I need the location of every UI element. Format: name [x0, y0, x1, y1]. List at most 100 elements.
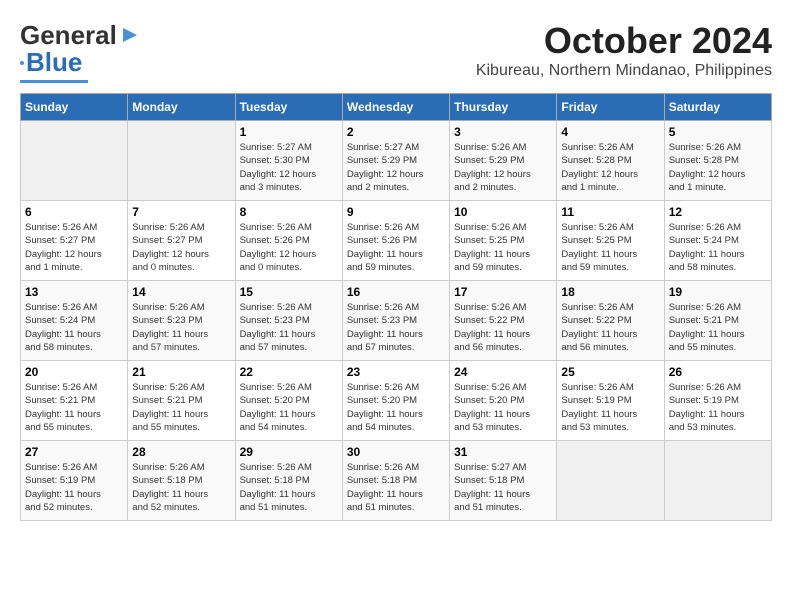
day-number: 12	[669, 205, 767, 219]
day-info: Sunrise: 5:26 AM Sunset: 5:21 PM Dayligh…	[132, 381, 230, 434]
day-info: Sunrise: 5:26 AM Sunset: 5:27 PM Dayligh…	[25, 221, 123, 274]
day-info: Sunrise: 5:26 AM Sunset: 5:26 PM Dayligh…	[240, 221, 338, 274]
calendar-cell-w4-d7: 26 Sunrise: 5:26 AM Sunset: 5:19 PM Dayli…	[664, 361, 771, 441]
day-info: Sunrise: 5:26 AM Sunset: 5:18 PM Dayligh…	[240, 461, 338, 514]
day-number: 14	[132, 285, 230, 299]
calendar-cell-w1-d1	[21, 121, 128, 201]
day-info: Sunrise: 5:26 AM Sunset: 5:19 PM Dayligh…	[561, 381, 659, 434]
calendar-week-2: 6 Sunrise: 5:26 AM Sunset: 5:27 PM Daylig…	[21, 201, 772, 281]
day-number: 26	[669, 365, 767, 379]
location-title: Kibureau, Northern Mindanao, Philippines	[476, 62, 772, 80]
logo-dot	[20, 61, 24, 65]
calendar-cell-w2-d6: 11 Sunrise: 5:26 AM Sunset: 5:25 PM Dayli…	[557, 201, 664, 281]
day-info: Sunrise: 5:26 AM Sunset: 5:19 PM Dayligh…	[25, 461, 123, 514]
day-info: Sunrise: 5:26 AM Sunset: 5:20 PM Dayligh…	[454, 381, 552, 434]
calendar-cell-w1-d7: 5 Sunrise: 5:26 AM Sunset: 5:28 PM Daylig…	[664, 121, 771, 201]
calendar-cell-w3-d6: 18 Sunrise: 5:26 AM Sunset: 5:22 PM Dayli…	[557, 281, 664, 361]
day-number: 16	[347, 285, 445, 299]
day-info: Sunrise: 5:26 AM Sunset: 5:23 PM Dayligh…	[240, 301, 338, 354]
header-tuesday: Tuesday	[235, 94, 342, 121]
calendar-cell-w2-d2: 7Sunrise: 5:26 AM Sunset: 5:27 PM Daylig…	[128, 201, 235, 281]
month-title: October 2024	[476, 20, 772, 62]
day-number: 5	[669, 125, 767, 139]
header-saturday: Saturday	[664, 94, 771, 121]
calendar-cell-w4-d5: 24 Sunrise: 5:26 AM Sunset: 5:20 PM Dayli…	[450, 361, 557, 441]
calendar-cell-w5-d3: 29 Sunrise: 5:26 AM Sunset: 5:18 PM Dayli…	[235, 441, 342, 521]
day-info: Sunrise: 5:26 AM Sunset: 5:19 PM Dayligh…	[669, 381, 767, 434]
day-number: 22	[240, 365, 338, 379]
day-number: 4	[561, 125, 659, 139]
day-number: 19	[669, 285, 767, 299]
day-number: 1	[240, 125, 338, 139]
day-info: Sunrise: 5:26 AM Sunset: 5:29 PM Dayligh…	[454, 141, 552, 194]
header-friday: Friday	[557, 94, 664, 121]
day-info: Sunrise: 5:27 AM Sunset: 5:30 PM Dayligh…	[240, 141, 338, 194]
calendar-cell-w2-d1: 6 Sunrise: 5:26 AM Sunset: 5:27 PM Daylig…	[21, 201, 128, 281]
day-number: 3	[454, 125, 552, 139]
day-number: 30	[347, 445, 445, 459]
day-number: 21	[132, 365, 230, 379]
calendar-cell-w2-d3: 8 Sunrise: 5:26 AM Sunset: 5:26 PM Daylig…	[235, 201, 342, 281]
day-info: Sunrise: 5:26 AM Sunset: 5:28 PM Dayligh…	[669, 141, 767, 194]
logo-blue: Blue	[26, 47, 82, 78]
calendar-cell-w5-d4: 30 Sunrise: 5:26 AM Sunset: 5:18 PM Dayli…	[342, 441, 449, 521]
day-info: Sunrise: 5:26 AM Sunset: 5:20 PM Dayligh…	[240, 381, 338, 434]
day-info: Sunrise: 5:26 AM Sunset: 5:18 PM Dayligh…	[347, 461, 445, 514]
calendar-cell-w3-d7: 19 Sunrise: 5:26 AM Sunset: 5:21 PM Dayli…	[664, 281, 771, 361]
day-number: 24	[454, 365, 552, 379]
calendar-cell-w5-d1: 27 Sunrise: 5:26 AM Sunset: 5:19 PM Dayli…	[21, 441, 128, 521]
day-info: Sunrise: 5:26 AM Sunset: 5:25 PM Dayligh…	[561, 221, 659, 274]
calendar-week-4: 20 Sunrise: 5:26 AM Sunset: 5:21 PM Dayli…	[21, 361, 772, 441]
day-number: 2	[347, 125, 445, 139]
calendar-cell-w3-d2: 14 Sunrise: 5:26 AM Sunset: 5:23 PM Dayli…	[128, 281, 235, 361]
day-number: 13	[25, 285, 123, 299]
day-info: Sunrise: 5:26 AM Sunset: 5:26 PM Dayligh…	[347, 221, 445, 274]
day-info: Sunrise: 5:26 AM Sunset: 5:20 PM Dayligh…	[347, 381, 445, 434]
header-sunday: Sunday	[21, 94, 128, 121]
day-number: 10	[454, 205, 552, 219]
calendar-cell-w4-d2: 21 Sunrise: 5:26 AM Sunset: 5:21 PM Dayli…	[128, 361, 235, 441]
calendar-cell-w4-d6: 25 Sunrise: 5:26 AM Sunset: 5:19 PM Dayli…	[557, 361, 664, 441]
logo: General Blue	[20, 20, 141, 83]
day-info: Sunrise: 5:26 AM Sunset: 5:21 PM Dayligh…	[669, 301, 767, 354]
calendar-cell-w1-d3: 1 Sunrise: 5:27 AM Sunset: 5:30 PM Daylig…	[235, 121, 342, 201]
day-info: Sunrise: 5:26 AM Sunset: 5:22 PM Dayligh…	[561, 301, 659, 354]
calendar-cell-w1-d5: 3 Sunrise: 5:26 AM Sunset: 5:29 PM Daylig…	[450, 121, 557, 201]
day-number: 17	[454, 285, 552, 299]
calendar-cell-w4-d1: 20Sunrise: 5:26 AM Sunset: 5:21 PM Dayli…	[21, 361, 128, 441]
calendar-cell-w1-d6: 4 Sunrise: 5:26 AM Sunset: 5:28 PM Daylig…	[557, 121, 664, 201]
calendar-cell-w2-d7: 12 Sunrise: 5:26 AM Sunset: 5:24 PM Dayli…	[664, 201, 771, 281]
day-number: 25	[561, 365, 659, 379]
day-number: 8	[240, 205, 338, 219]
day-number: 20	[25, 365, 123, 379]
day-number: 9	[347, 205, 445, 219]
day-info: Sunrise: 5:26 AM Sunset: 5:28 PM Dayligh…	[561, 141, 659, 194]
calendar-cell-w2-d5: 10 Sunrise: 5:26 AM Sunset: 5:25 PM Dayli…	[450, 201, 557, 281]
day-number: 23	[347, 365, 445, 379]
day-info: Sunrise: 5:26 AM Sunset: 5:25 PM Dayligh…	[454, 221, 552, 274]
day-info: Sunrise: 5:26 AM Sunset: 5:24 PM Dayligh…	[669, 221, 767, 274]
calendar-week-5: 27 Sunrise: 5:26 AM Sunset: 5:19 PM Dayli…	[21, 441, 772, 521]
calendar-cell-w3-d5: 17Sunrise: 5:26 AM Sunset: 5:22 PM Dayli…	[450, 281, 557, 361]
day-info: Sunrise: 5:26 AM Sunset: 5:23 PM Dayligh…	[132, 301, 230, 354]
calendar-cell-w5-d6	[557, 441, 664, 521]
day-number: 27	[25, 445, 123, 459]
calendar-cell-w3-d1: 13Sunrise: 5:26 AM Sunset: 5:24 PM Dayli…	[21, 281, 128, 361]
day-number: 29	[240, 445, 338, 459]
calendar-week-1: 1 Sunrise: 5:27 AM Sunset: 5:30 PM Daylig…	[21, 121, 772, 201]
day-number: 18	[561, 285, 659, 299]
header-monday: Monday	[128, 94, 235, 121]
day-number: 15	[240, 285, 338, 299]
calendar-table: Sunday Monday Tuesday Wednesday Thursday…	[20, 93, 772, 521]
calendar-cell-w5-d2: 28Sunrise: 5:26 AM Sunset: 5:18 PM Dayli…	[128, 441, 235, 521]
calendar-cell-w5-d7	[664, 441, 771, 521]
day-number: 31	[454, 445, 552, 459]
title-section: October 2024 Kibureau, Northern Mindanao…	[476, 20, 772, 80]
calendar-cell-w5-d5: 31 Sunrise: 5:27 AM Sunset: 5:18 PM Dayli…	[450, 441, 557, 521]
day-number: 6	[25, 205, 123, 219]
calendar-cell-w4-d4: 23 Sunrise: 5:26 AM Sunset: 5:20 PM Dayli…	[342, 361, 449, 441]
day-info: Sunrise: 5:27 AM Sunset: 5:18 PM Dayligh…	[454, 461, 552, 514]
day-number: 11	[561, 205, 659, 219]
day-info: Sunrise: 5:27 AM Sunset: 5:29 PM Dayligh…	[347, 141, 445, 194]
header-wednesday: Wednesday	[342, 94, 449, 121]
